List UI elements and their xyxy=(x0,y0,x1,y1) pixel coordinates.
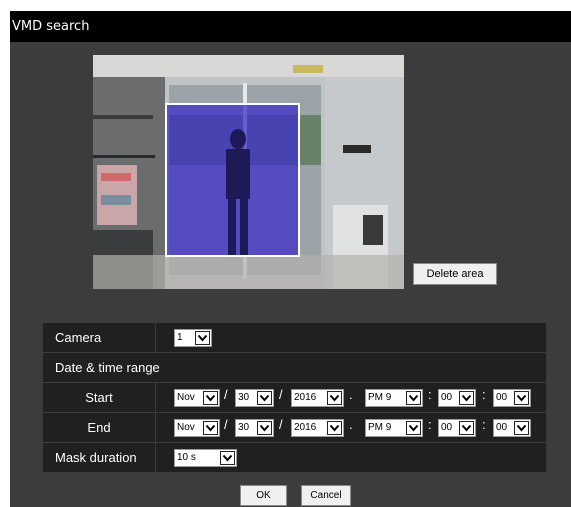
chevron-down-icon[interactable] xyxy=(459,391,474,405)
start-label: Start xyxy=(43,383,156,412)
search-form: Camera 1 Date & time range Start Nov / 3… xyxy=(43,323,546,473)
chevron-down-icon[interactable] xyxy=(327,421,342,435)
start-second-value: 00 xyxy=(496,392,508,403)
chevron-down-icon[interactable] xyxy=(406,421,421,435)
chevron-down-icon[interactable] xyxy=(195,331,210,345)
chevron-down-icon[interactable] xyxy=(257,421,272,435)
end-hour-value: PM 9 xyxy=(368,422,392,433)
start-hour-select[interactable]: PM 9 xyxy=(365,389,423,407)
chevron-down-icon[interactable] xyxy=(220,451,235,465)
start-day-select[interactable]: 30 xyxy=(235,389,274,407)
window-title: VMD search xyxy=(10,11,571,42)
chevron-down-icon[interactable] xyxy=(459,421,474,435)
end-day-value: 30 xyxy=(238,422,250,433)
chevron-down-icon[interactable] xyxy=(327,391,342,405)
start-month-value: Nov xyxy=(177,392,195,403)
end-month-select[interactable]: Nov xyxy=(174,419,220,437)
end-hour-select[interactable]: PM 9 xyxy=(365,419,423,437)
end-day-select[interactable]: 30 xyxy=(235,419,274,437)
time-separator: : xyxy=(482,387,486,402)
start-year-select[interactable]: 2016 xyxy=(291,389,344,407)
chevron-down-icon[interactable] xyxy=(257,391,272,405)
time-separator: : xyxy=(428,417,432,432)
camera-value: 1 xyxy=(177,332,183,343)
chevron-down-icon[interactable] xyxy=(203,391,218,405)
chevron-down-icon[interactable] xyxy=(406,391,421,405)
camera-select[interactable]: 1 xyxy=(174,329,212,347)
date-time-separator: . xyxy=(349,417,353,432)
start-row: Start Nov / 30 / 2016 . PM 9 : 00 : 00 xyxy=(43,383,546,413)
date-range-label: Date & time range xyxy=(55,360,160,375)
start-month-select[interactable]: Nov xyxy=(174,389,220,407)
start-minute-select[interactable]: 00 xyxy=(438,389,476,407)
mask-duration-value: 10 s xyxy=(177,452,196,463)
mask-duration-select[interactable]: 10 s xyxy=(174,449,237,467)
camera-label: Camera xyxy=(43,323,156,352)
date-separator: / xyxy=(279,387,283,402)
time-separator: : xyxy=(482,417,486,432)
time-separator: : xyxy=(428,387,432,402)
ok-button[interactable]: OK xyxy=(240,485,287,506)
start-hour-value: PM 9 xyxy=(368,392,392,403)
end-row: End Nov / 30 / 2016 . PM 9 : 00 : 00 xyxy=(43,413,546,443)
vmd-search-window: VMD search Delete area Camera 1 Date & t… xyxy=(10,11,571,507)
end-year-value: 2016 xyxy=(294,422,317,433)
mask-duration-row: Mask duration 10 s xyxy=(43,443,546,473)
end-minute-select[interactable]: 00 xyxy=(438,419,476,437)
date-range-row: Date & time range xyxy=(43,353,546,383)
start-minute-value: 00 xyxy=(441,392,453,403)
chevron-down-icon[interactable] xyxy=(514,391,529,405)
end-month-value: Nov xyxy=(177,422,195,433)
date-separator: / xyxy=(224,417,228,432)
camera-row: Camera 1 xyxy=(43,323,546,353)
start-day-value: 30 xyxy=(238,392,250,403)
chevron-down-icon[interactable] xyxy=(203,421,218,435)
chevron-down-icon[interactable] xyxy=(514,421,529,435)
end-second-value: 00 xyxy=(496,422,508,433)
camera-scene xyxy=(93,55,404,289)
date-separator: / xyxy=(279,417,283,432)
end-label: End xyxy=(43,413,156,442)
date-time-separator: . xyxy=(349,387,353,402)
end-minute-value: 00 xyxy=(441,422,453,433)
camera-image[interactable] xyxy=(93,55,404,289)
delete-area-button[interactable]: Delete area xyxy=(413,263,497,285)
mask-duration-label: Mask duration xyxy=(43,443,156,472)
cancel-button[interactable]: Cancel xyxy=(301,485,351,506)
start-year-value: 2016 xyxy=(294,392,317,403)
end-second-select[interactable]: 00 xyxy=(493,419,531,437)
end-year-select[interactable]: 2016 xyxy=(291,419,344,437)
date-separator: / xyxy=(224,387,228,402)
start-second-select[interactable]: 00 xyxy=(493,389,531,407)
